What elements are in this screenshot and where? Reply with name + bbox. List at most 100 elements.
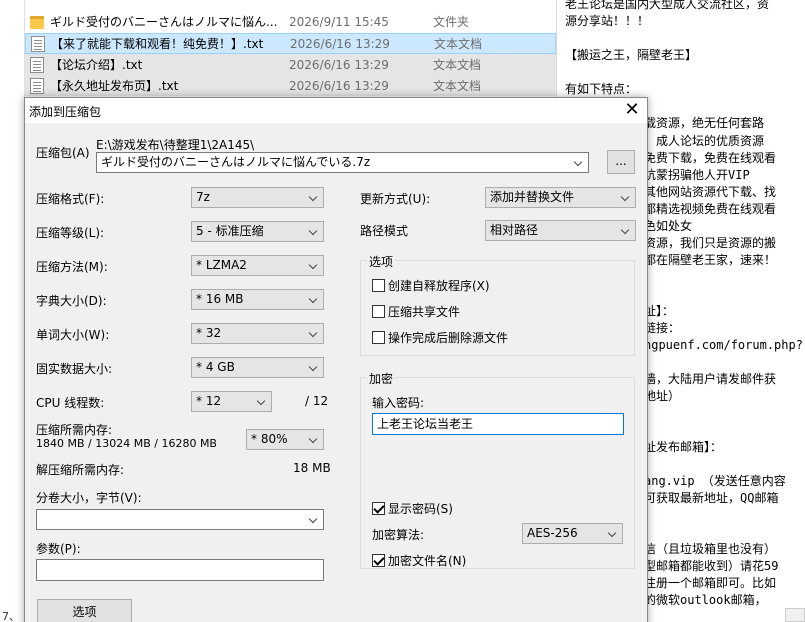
add-to-archive-dialog: 添加到压缩包 ✕ 压缩包(A) E:\游戏发布\待整理1\2A145\ ギルド受… (24, 97, 648, 622)
path-mode-value: 相对路径 (490, 223, 539, 237)
file-type: 文本文档 (434, 37, 483, 51)
update-mode-select[interactable]: 添加并替换文件 (485, 187, 636, 208)
chevron-down-icon[interactable] (309, 358, 319, 377)
file-type: 文本文档 (433, 58, 482, 72)
np-line: 址发布邮箱】： (644, 440, 723, 454)
show-password-checkbox[interactable]: 显示密码(S) (372, 500, 453, 517)
np-line: 的微软outlook邮箱， (644, 593, 767, 607)
delete-after-label: 操作完成后删除源文件 (388, 331, 509, 345)
file-date: 2026/6/16 13:29 (289, 57, 389, 72)
solid-size-select[interactable]: * 4 GB (191, 357, 324, 378)
solid-size-value: * 4 GB (196, 360, 235, 374)
chevron-down-icon[interactable] (309, 188, 319, 207)
file-row-folder[interactable]: ギルド受付のバニーさんはノルマに悩ん... 2026/9/11 15:45 文件… (25, 11, 556, 32)
np-line: ngpuenf.com/forum.php? (644, 338, 803, 352)
text-file-icon (30, 56, 44, 73)
delete-after-checkbox[interactable]: 操作完成后删除源文件 (372, 329, 508, 346)
chevron-down-icon[interactable] (574, 153, 584, 172)
password-label: 输入密码: (372, 396, 425, 410)
encryption-group-title: 加密 (367, 370, 396, 387)
password-input[interactable]: 上老王论坛当老王 (372, 413, 624, 435)
file-date: 2026/6/16 13:29 (289, 78, 389, 93)
file-name: 【永久地址发布页】.txt (50, 79, 179, 93)
screen: 7、 ギルド受付のバニーさんはノルマに悩ん... 2026/9/11 15:45… (0, 0, 805, 622)
encryption-group: 加密 输入密码: 上老王论坛当老王 显示密码(S) 加密算法: AES-256 … (360, 370, 635, 569)
chevron-down-icon[interactable] (309, 222, 319, 241)
horizontal-scrollbar[interactable] (785, 608, 805, 622)
checkbox-box[interactable] (372, 305, 385, 318)
np-line: 都精选视频免费在线观看 (644, 202, 777, 216)
encrypt-names-checkbox[interactable]: 加密文件名(N) (372, 552, 466, 569)
format-value: 7z (196, 190, 210, 204)
chevron-down-icon[interactable] (309, 324, 319, 343)
params-label: 参数(P): (36, 542, 81, 556)
chevron-down-icon[interactable] (309, 430, 319, 449)
chevron-down-icon[interactable] (257, 392, 267, 411)
file-row-selected[interactable]: 【来了就能下载和观看！纯免费！】.txt 2026/6/16 13:29 文本文… (25, 33, 556, 54)
np-line: 载资源，绝无任何套路 (644, 116, 765, 130)
dialog-titlebar[interactable]: 添加到压缩包 ✕ (25, 98, 647, 123)
mem-compress-value: 1840 MB / 13024 MB / 16280 MB (36, 437, 217, 450)
cpu-threads-max: / 12 (305, 394, 329, 408)
np-line: 资源，我们只是资源的搬 (644, 236, 777, 250)
checkbox-box[interactable] (372, 279, 385, 292)
mem-usage-value: * 80% (251, 432, 288, 446)
chevron-down-icon[interactable] (621, 188, 631, 207)
chevron-down-icon[interactable] (608, 524, 618, 543)
chevron-down-icon[interactable] (309, 510, 319, 529)
np-line: 有如下特点： (565, 82, 638, 96)
chevron-down-icon[interactable] (621, 221, 631, 240)
encrypt-method-select[interactable]: AES-256 (522, 523, 623, 544)
np-line: ang.vip （发送任意内容 (644, 474, 786, 488)
np-line: 址】： (644, 304, 675, 318)
params-input[interactable] (36, 559, 324, 581)
word-size-select[interactable]: * 32 (191, 323, 324, 344)
shared-files-checkbox[interactable]: 压缩共享文件 (372, 303, 460, 320)
format-label: 压缩格式(F): (36, 192, 105, 206)
check-icon[interactable] (372, 502, 385, 515)
mem-decompress-value: 18 MB (293, 461, 331, 475)
split-size-combo[interactable] (36, 509, 324, 530)
np-line: 免费下载，免费在线观看 (644, 151, 777, 165)
sfx-checkbox[interactable]: 创建自释放程序(X) (372, 277, 490, 294)
method-select[interactable]: * LZMA2 (191, 255, 324, 276)
archive-label: 压缩包(A) (36, 146, 90, 160)
np-line: 老王论坛是国内大型成人交流社区，资 (565, 0, 770, 11)
word-size-value: * 32 (196, 326, 222, 340)
chevron-down-icon[interactable] (309, 290, 319, 309)
path-mode-select[interactable]: 相对路径 (485, 220, 636, 241)
np-line: 源分享站！！！ (565, 14, 650, 28)
np-line: 【搬运之王，隔壁老王】 (565, 48, 698, 62)
checkbox-box[interactable] (372, 331, 385, 344)
chevron-down-icon[interactable] (309, 256, 319, 275)
np-line: 地址） (644, 389, 681, 403)
encrypt-method-value: AES-256 (527, 526, 578, 540)
dict-size-value: * 16 MB (196, 292, 244, 306)
check-icon[interactable] (372, 554, 385, 567)
browse-button[interactable]: ... (607, 150, 635, 174)
word-size-label: 单词大小(W): (36, 328, 110, 342)
file-row[interactable]: 【永久地址发布页】.txt 2026/6/16 13:29 文本文档 (25, 75, 556, 96)
file-row[interactable]: 【论坛介绍】.txt 2026/6/16 13:29 文本文档 (25, 54, 556, 75)
cpu-threads-select[interactable]: * 12 (191, 391, 272, 412)
np-line: 注册一个邮箱即可。比如 (644, 576, 777, 590)
mem-usage-select[interactable]: * 80% (246, 429, 324, 450)
format-select[interactable]: 7z (191, 187, 324, 208)
level-select[interactable]: 5 - 标准压缩 (191, 221, 324, 242)
nav-pane-text: 7、 (2, 610, 20, 622)
archive-folder-path: E:\游戏发布\待整理1\2A145\ (96, 138, 255, 152)
archive-name-combo[interactable]: ギルド受付のバニーさんはノルマに悩んでいる.7z (96, 152, 589, 173)
mem-decompress-label: 解压缩所需内存: (36, 463, 125, 477)
nav-pane: 7、 (0, 0, 25, 622)
options-button[interactable]: 选项 (37, 599, 132, 622)
np-line: 链接： (644, 321, 681, 335)
update-mode-label: 更新方式(U): (360, 192, 431, 206)
method-value: * LZMA2 (196, 258, 247, 272)
folder-icon (30, 16, 44, 29)
split-size-label: 分卷大小，字节(V): (36, 491, 142, 505)
cpu-threads-value: * 12 (196, 394, 222, 408)
method-label: 压缩方法(M): (36, 260, 108, 274)
text-file-icon (30, 77, 44, 94)
dict-size-select[interactable]: * 16 MB (191, 289, 324, 310)
close-icon[interactable]: ✕ (617, 98, 647, 123)
